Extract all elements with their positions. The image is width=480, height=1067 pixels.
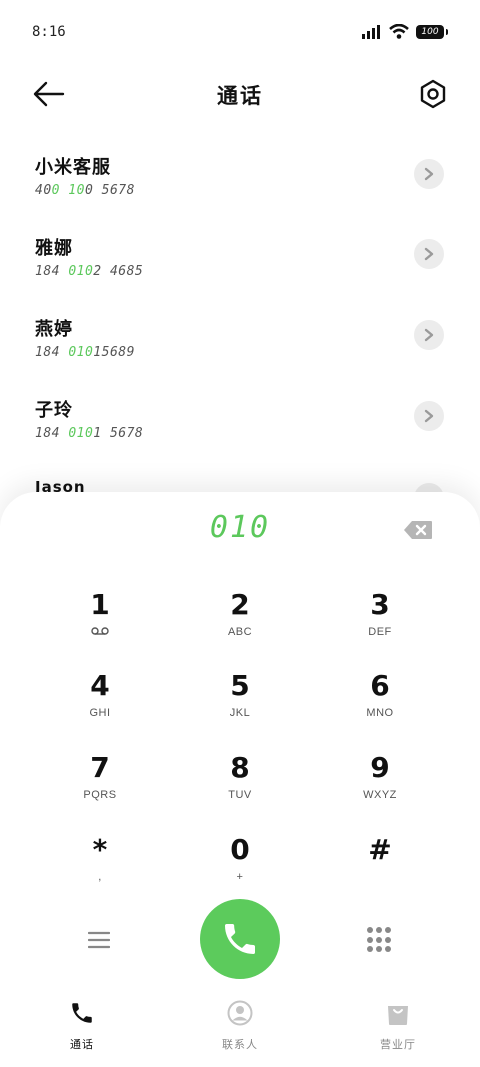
chevron-right-icon: [424, 167, 434, 181]
shopping-bag-icon: [388, 1006, 408, 1025]
key-hash[interactable]: #: [305, 835, 455, 905]
nav-store-label: 营业厅: [380, 1038, 416, 1051]
keypad-toggle-button[interactable]: [367, 927, 393, 953]
key-1[interactable]: 1: [25, 590, 175, 660]
key-digit: 8: [230, 751, 250, 784]
chevron-right-icon: [424, 328, 434, 342]
key-6[interactable]: 6 MNO: [305, 671, 455, 741]
contact-item[interactable]: 燕婷 184 01015689: [0, 315, 480, 396]
key-letters: ABC: [227, 626, 253, 638]
key-8[interactable]: 8 TUV: [165, 753, 315, 823]
nav-calls[interactable]: 通话: [2, 1000, 162, 1052]
contact-name: 燕婷: [35, 319, 73, 340]
contact-item[interactable]: 雅娜 184 0102 4685: [0, 234, 480, 315]
key-digit: *: [92, 833, 108, 866]
key-digit: 6: [370, 669, 390, 702]
menu-icon: [87, 931, 111, 949]
status-time: 8:16: [32, 24, 66, 40]
key-letters: DEF: [368, 626, 392, 638]
contact-name: 小米客服: [35, 157, 111, 178]
key-4[interactable]: 4 GHI: [25, 671, 175, 741]
key-9[interactable]: 9 WXYZ: [305, 753, 455, 823]
key-0[interactable]: 0 +: [165, 835, 315, 905]
contact-detail-button[interactable]: [414, 401, 444, 431]
contact-detail-button[interactable]: [414, 159, 444, 189]
phone-icon: [72, 1003, 92, 1023]
nav-calls-label: 通话: [70, 1038, 94, 1051]
contact-number: 184 0101 5678: [35, 426, 144, 441]
contact-avatar-icon: [227, 1000, 253, 1026]
key-digit: 5: [230, 669, 250, 702]
menu-button[interactable]: [87, 930, 111, 950]
key-digit: 9: [370, 751, 390, 784]
voicemail-icon: [25, 626, 175, 639]
phone-icon: [225, 924, 255, 954]
key-digit: #: [368, 833, 392, 866]
battery-tip: [446, 28, 448, 35]
key-digit: 2: [230, 588, 250, 621]
nav-store[interactable]: 营业厅: [318, 1000, 478, 1052]
key-letters: JKL: [229, 707, 251, 719]
chevron-right-icon: [424, 409, 434, 423]
contact-number: 184 0102 4685: [35, 264, 144, 279]
contact-detail-button[interactable]: [414, 320, 444, 350]
key-letters: GHI: [89, 707, 111, 719]
key-letters: ,: [98, 871, 102, 883]
key-letters: MNO: [366, 707, 394, 719]
wifi-icon: [389, 24, 409, 39]
nav-contacts-label: 联系人: [222, 1038, 258, 1051]
contact-number: 184 01015689: [35, 345, 135, 360]
key-digit: 4: [90, 669, 110, 702]
contact-name: 雅娜: [35, 238, 73, 259]
key-digit: 7: [90, 751, 110, 784]
key-digit: 3: [370, 588, 390, 621]
key-2[interactable]: 2 ABC: [165, 590, 315, 660]
settings-button[interactable]: [418, 79, 448, 109]
key-5[interactable]: 5 JKL: [165, 671, 315, 741]
key-star[interactable]: * ,: [25, 835, 175, 905]
contact-detail-button[interactable]: [414, 239, 444, 269]
call-button[interactable]: [200, 899, 280, 979]
key-letters: TUV: [228, 789, 252, 801]
gear-icon: [420, 79, 446, 109]
key-letters: WXYZ: [363, 789, 397, 801]
key-7[interactable]: 7 PQRS: [25, 753, 175, 823]
key-letters: PQRS: [83, 789, 117, 801]
nav-contacts[interactable]: 联系人: [160, 1000, 320, 1052]
key-digit: 0: [230, 833, 250, 866]
key-digit: 1: [90, 588, 110, 621]
signal-icon: [362, 24, 380, 39]
contact-item[interactable]: 子玲 184 0101 5678: [0, 396, 480, 477]
contact-name: 子玲: [35, 400, 73, 421]
page-title: 通话: [217, 84, 263, 108]
battery-icon: 100: [416, 24, 444, 39]
status-icons: 100: [362, 24, 448, 39]
key-letters: +: [236, 871, 244, 883]
key-3[interactable]: 3 DEF: [305, 590, 455, 660]
contact-number: 400 100 5678: [35, 183, 135, 198]
backspace-icon: [404, 521, 432, 539]
chevron-right-icon: [424, 247, 434, 261]
delete-button[interactable]: [403, 520, 433, 540]
contact-item[interactable]: 小米客服 400 100 5678: [0, 153, 480, 234]
